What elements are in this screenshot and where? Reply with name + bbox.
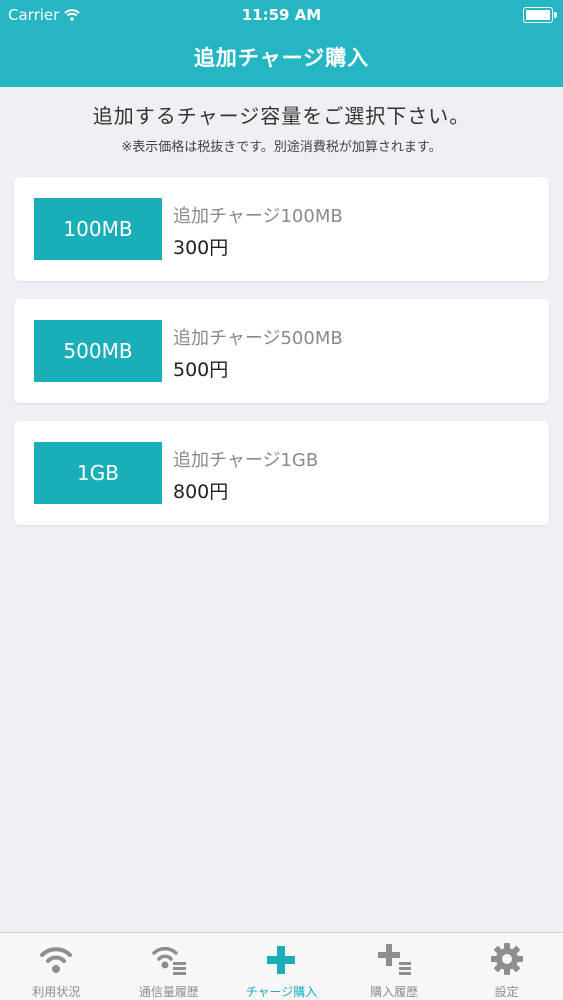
tax-note: ※表示価格は税抜きです。別途消費税が加算されます。: [121, 140, 442, 155]
plus-list-icon: [378, 944, 412, 975]
status-bar: Carrier 11:59 AM: [0, 0, 563, 30]
option-price: 800円: [173, 481, 229, 503]
plus-icon: [267, 946, 296, 974]
option-title: 追加チャージ1GB: [173, 450, 319, 471]
charge-option-100mb[interactable]: 100MB 追加チャージ100MB 300円: [14, 177, 549, 281]
tab-charge-purchase[interactable]: チャージ購入: [225, 933, 338, 1000]
tab-label: 購入履歴: [370, 985, 419, 999]
tab-label: 利用状況: [32, 985, 81, 999]
tab-label: 通信量履歴: [138, 985, 199, 999]
capacity-badge: 100MB: [34, 198, 162, 260]
tab-bar: 利用状況 通信量履歴 チャージ購入 購入履歴 設定: [0, 932, 563, 1000]
charge-option-1gb[interactable]: 1GB 追加チャージ1GB 800円: [14, 421, 549, 525]
battery-icon: [523, 7, 557, 23]
tab-settings[interactable]: 設定: [450, 933, 563, 1000]
capacity-badge: 500MB: [34, 320, 162, 382]
option-price: 300円: [173, 237, 229, 259]
option-title: 追加チャージ500MB: [173, 328, 343, 349]
instruction-text: 追加するチャージ容量をご選択下さい。: [92, 104, 471, 128]
page-title: 追加チャージ購入: [193, 46, 370, 70]
wifi-list-icon: [152, 946, 186, 975]
tab-usage-status[interactable]: 利用状況: [0, 933, 113, 1000]
wifi-icon: [40, 947, 73, 973]
status-time: 11:59 AM: [241, 6, 322, 24]
instructions: 追加するチャージ容量をご選択下さい。 ※表示価格は税抜きです。別途消費税が加算さ…: [0, 100, 563, 155]
option-title: 追加チャージ100MB: [173, 206, 343, 227]
tab-purchase-history[interactable]: 購入履歴: [338, 933, 451, 1000]
tab-label: チャージ購入: [245, 985, 318, 999]
charge-option-500mb[interactable]: 500MB 追加チャージ500MB 500円: [14, 299, 549, 403]
capacity-badge: 1GB: [34, 442, 162, 504]
app-header: Carrier 11:59 AM 追加チャージ購入: [0, 0, 563, 87]
tab-traffic-history[interactable]: 通信量履歴: [113, 933, 226, 1000]
option-price: 500円: [173, 359, 229, 381]
gear-icon: [490, 943, 523, 975]
tab-label: 設定: [494, 985, 519, 999]
